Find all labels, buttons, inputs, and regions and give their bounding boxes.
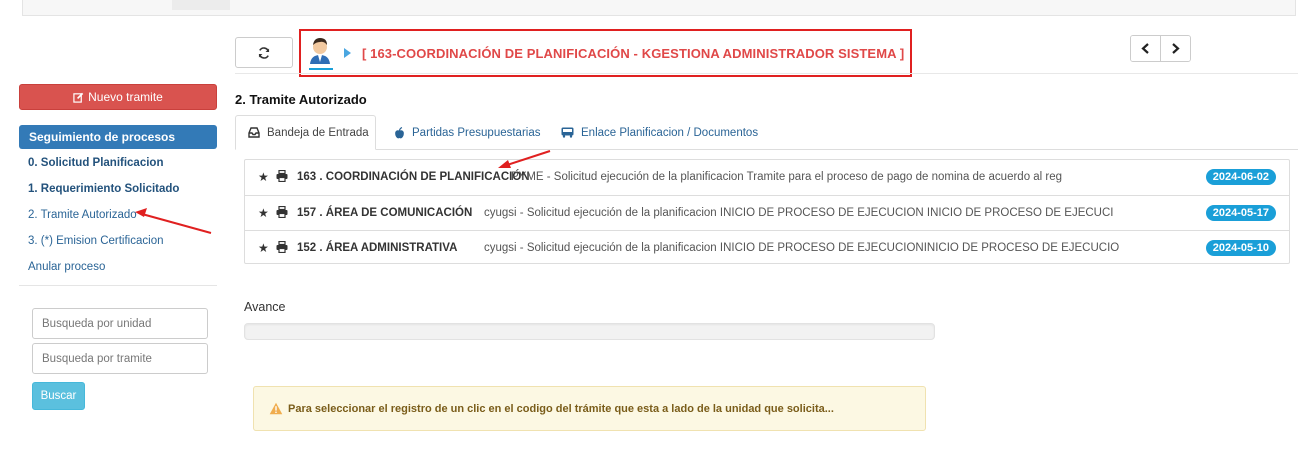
- tab-enlace-label: Enlace Planificacion / Documentos: [581, 126, 759, 139]
- tab-bandeja-label: Bandeja de Entrada: [267, 126, 369, 139]
- top-panel-tab: [172, 0, 230, 10]
- new-tramite-label: Nuevo tramite: [88, 90, 163, 104]
- sidebar-item-anular-proceso[interactable]: Anular proceso: [28, 261, 105, 273]
- unit-code[interactable]: 163 . COORDINACIÓN DE PLANIFICACIÓN: [297, 171, 530, 183]
- list-item[interactable]: ★ 157 . ÁREA DE COMUNICACIÓN cyugsi - So…: [245, 195, 1289, 229]
- toolbar-divider: [235, 73, 1298, 74]
- new-tramite-button[interactable]: Nuevo tramite: [19, 84, 217, 110]
- pager-button-group: [1130, 35, 1191, 62]
- refresh-button[interactable]: [235, 37, 293, 68]
- unit-code[interactable]: 152 . ÁREA ADMINISTRATIVA: [297, 242, 457, 254]
- avance-progress-bar: [244, 323, 935, 340]
- date-badge: 2024-05-10: [1205, 239, 1276, 256]
- list-item[interactable]: ★ 152 . ÁREA ADMINISTRATIVA cyugsi - Sol…: [245, 230, 1289, 264]
- info-alert: Para seleccionar el registro de un clic …: [253, 386, 926, 431]
- user-title: [ 163-COORDINACIÓN DE PLANIFICACIÓN - KG…: [362, 45, 905, 61]
- warning-icon: [269, 402, 283, 415]
- tab-partidas-label: Partidas Presupuestarias: [412, 126, 541, 139]
- user-avatar-icon: [307, 36, 335, 70]
- tab-partidas-presupuestarias[interactable]: Partidas Presupuestarias: [382, 115, 552, 150]
- unit-code[interactable]: 157 . ÁREA DE COMUNICACIÓN: [297, 207, 472, 219]
- sidebar-divider: [19, 285, 217, 286]
- tramite-description: cyugsi - Solicitud ejecución de la plani…: [484, 206, 1114, 219]
- search-unit-input[interactable]: [32, 308, 208, 339]
- bus-icon: [561, 127, 574, 138]
- avance-label: Avance: [244, 300, 286, 314]
- edit-icon: [73, 92, 84, 103]
- process-panel-title: Seguimiento de procesos: [19, 125, 217, 149]
- search-tramite-input[interactable]: [32, 343, 208, 374]
- list-item[interactable]: ★ 163 . COORDINACIÓN DE PLANIFICACIÓN PY…: [245, 160, 1289, 194]
- printer-icon[interactable]: [276, 241, 288, 253]
- printer-icon[interactable]: [276, 206, 288, 218]
- user-header-highlight: [ 163-COORDINACIÓN DE PLANIFICACIÓN - KG…: [299, 29, 912, 77]
- search-button[interactable]: Buscar: [32, 382, 85, 410]
- tab-enlace-planificacion[interactable]: Enlace Planificacion / Documentos: [549, 115, 770, 150]
- date-badge: 2024-05-17: [1205, 204, 1276, 221]
- alert-text: Para seleccionar el registro de un clic …: [288, 402, 834, 415]
- star-icon[interactable]: ★: [258, 170, 269, 184]
- tramite-description: PYME - Solicitud ejecución de la planifi…: [511, 171, 1063, 183]
- sidebar-item-requerimiento-solicitado[interactable]: 1. Requerimiento Solicitado: [28, 183, 179, 195]
- page-title: 2. Tramite Autorizado: [235, 92, 367, 107]
- chevron-right-icon: [1171, 43, 1180, 54]
- star-icon[interactable]: ★: [258, 241, 269, 255]
- sidebar-item-tramite-autorizado[interactable]: 2. Tramite Autorizado: [28, 209, 137, 221]
- date-badge: 2024-06-02: [1205, 169, 1276, 185]
- refresh-icon: [257, 46, 271, 60]
- sidebar-item-solicitud-planificacion[interactable]: 0. Solicitud Planificacion: [28, 157, 163, 169]
- star-icon[interactable]: ★: [258, 206, 269, 220]
- tab-bandeja-entrada[interactable]: Bandeja de Entrada: [235, 115, 376, 150]
- tramite-description: cyugsi - Solicitud ejecución de la plani…: [484, 241, 1120, 254]
- annotation-arrow-sidebar: [135, 208, 212, 234]
- play-indicator-icon: [343, 47, 352, 59]
- next-button[interactable]: [1160, 36, 1190, 61]
- previous-button[interactable]: [1131, 36, 1160, 61]
- tramite-list: ★ 163 . COORDINACIÓN DE PLANIFICACIÓN PY…: [244, 159, 1290, 264]
- chevron-left-icon: [1141, 43, 1150, 54]
- apple-icon: [394, 126, 405, 139]
- sidebar-item-emision-certificacion[interactable]: 3. (*) Emision Certificacion: [28, 235, 163, 247]
- printer-icon[interactable]: [276, 170, 288, 182]
- inbox-icon: [248, 127, 260, 138]
